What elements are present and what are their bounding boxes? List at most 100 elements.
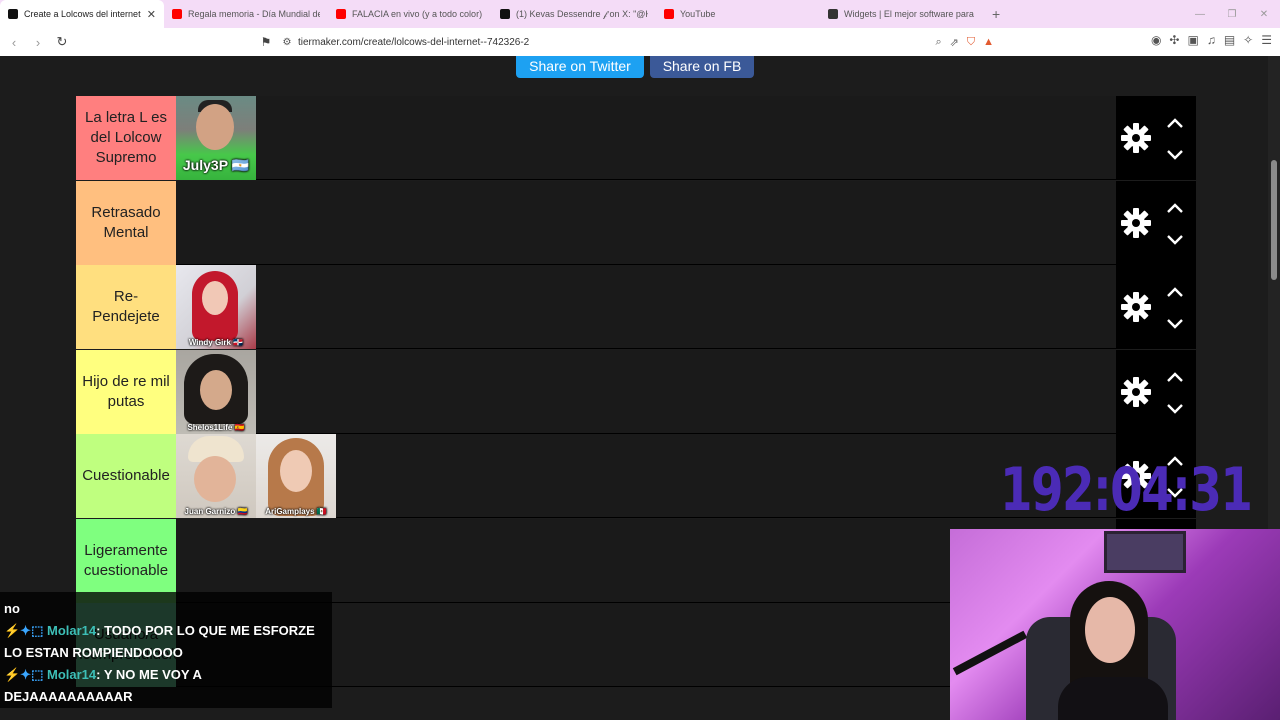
tier-items[interactable]: Shelos1Life 🇪🇸: [176, 350, 256, 434]
leo-icon[interactable]: ✧: [1243, 33, 1253, 47]
scrollbar-thumb[interactable]: [1271, 160, 1277, 280]
browser-tab[interactable]: Regala memoria - Día Mundial del A: [164, 0, 328, 28]
move-up-icon[interactable]: [1166, 116, 1184, 128]
back-icon[interactable]: ‹: [4, 32, 24, 52]
tier-item-thumbnail[interactable]: July3P 🇦🇷: [176, 96, 256, 180]
stream-timer: 192:04:31: [1000, 455, 1253, 525]
move-down-icon[interactable]: [1166, 233, 1184, 245]
tier-controls: [1116, 350, 1196, 434]
flag-icon: 🇦🇷: [231, 157, 250, 173]
share-twitter-button[interactable]: Share on Twitter: [516, 56, 644, 78]
chat-message-partial: no: [0, 592, 332, 620]
flag-icon: 🇲🇽: [316, 507, 327, 516]
browser-tab[interactable]: YouTube: [656, 0, 820, 28]
tier-items[interactable]: Windy Girk 🇩🇴: [176, 265, 256, 349]
tier-controls: [1116, 96, 1196, 180]
webcam-overlay: [950, 529, 1280, 720]
wallet-icon[interactable]: ▤: [1224, 33, 1235, 47]
move-down-icon[interactable]: [1166, 148, 1184, 160]
chat-badges-icon: ⚡✦⬚: [4, 623, 44, 638]
tier-row: Hijo de re mil putas Shelos1Life 🇪🇸: [76, 350, 1196, 434]
tier-items[interactable]: Juan Garnizo 🇨🇴 AriGamplays 🇲🇽: [176, 434, 336, 518]
move-up-icon[interactable]: [1166, 285, 1184, 297]
gear-icon[interactable]: [1120, 376, 1152, 408]
site-info-icon[interactable]: ⚙: [276, 37, 298, 48]
browser-tab[interactable]: (1) Kevas Dessendre 𝒻 on X: "@Hac: [492, 0, 656, 28]
rewards-icon[interactable]: ▲: [983, 36, 994, 49]
tier-label[interactable]: Re-Pendejete: [76, 265, 176, 349]
tier-label[interactable]: La letra L es del Lolcow Supremo: [76, 96, 176, 180]
share-page-icon[interactable]: ⇗: [950, 36, 959, 49]
forward-icon[interactable]: ›: [28, 32, 48, 52]
caption-name: Windy Girk: [188, 338, 231, 347]
move-down-icon[interactable]: [1166, 402, 1184, 414]
face: [194, 456, 236, 502]
gear-icon[interactable]: [1120, 291, 1152, 323]
flag-icon: 🇪🇸: [234, 423, 245, 432]
close-tab-icon[interactable]: ✕: [147, 8, 156, 21]
zoom-icon[interactable]: ⌕: [935, 36, 941, 49]
share-fb-button[interactable]: Share on FB: [650, 56, 754, 78]
favicon-icon: [172, 9, 182, 19]
tier-row: La letra L es del Lolcow Supremo July3P 🇦…: [76, 96, 1196, 180]
chat-text: no: [4, 601, 20, 616]
music-icon[interactable]: ♫: [1207, 33, 1216, 47]
tier-item-thumbnail[interactable]: Juan Garnizo 🇨🇴: [176, 434, 256, 518]
face: [200, 370, 232, 410]
reload-icon[interactable]: ↻: [52, 32, 72, 52]
tab-bar: Create a Lolcows del internet Tie ✕ Regala…: [0, 0, 1280, 28]
tier-label[interactable]: Hijo de re mil putas: [76, 350, 176, 434]
browser-tab[interactable]: Create a Lolcows del internet Tie ✕: [0, 0, 164, 28]
tier-label[interactable]: Ligeramente cuestionable: [76, 519, 176, 603]
thumbnail-caption: July3P 🇦🇷: [176, 157, 256, 174]
tab-title: Create a Lolcows del internet Tie: [24, 9, 141, 19]
tab-title: (1) Kevas Dessendre 𝒻 on X: "@Hac: [516, 8, 648, 19]
move-down-icon[interactable]: [1166, 317, 1184, 329]
menu-icon[interactable]: ☰: [1261, 33, 1272, 47]
gear-icon[interactable]: [1120, 122, 1152, 154]
window-controls: — ❐ ✕: [1184, 0, 1280, 28]
thumbnail-caption: Windy Girk 🇩🇴: [176, 338, 256, 347]
tier-label[interactable]: Cuestionable: [76, 434, 176, 518]
favicon-icon: [664, 9, 674, 19]
extension-icon[interactable]: ◉: [1151, 33, 1161, 47]
tier-item-thumbnail[interactable]: Windy Girk 🇩🇴: [176, 265, 256, 349]
plus-icon[interactable]: +: [992, 6, 1000, 22]
tier-item-thumbnail[interactable]: Shelos1Life 🇪🇸: [176, 350, 256, 434]
chat-message: ⚡✦⬚ Molar14: TODO POR LO QUE ME ESFORZE …: [0, 620, 332, 664]
tier-row: Retrasado Mental: [76, 181, 1196, 265]
microphone-arm: [952, 630, 1028, 676]
gear-icon[interactable]: [1120, 207, 1152, 239]
thumbnail-caption: Shelos1Life 🇪🇸: [176, 423, 256, 432]
favicon-icon: [500, 9, 510, 19]
bookmark-icon[interactable]: ⚑: [256, 35, 276, 49]
favicon-icon: [828, 9, 838, 19]
favicon-icon: [336, 9, 346, 19]
face: [196, 104, 234, 150]
brave-shield-icon[interactable]: ⛉: [967, 36, 975, 49]
puzzle-icon[interactable]: ✣: [1169, 33, 1179, 47]
close-window-icon[interactable]: ✕: [1248, 0, 1280, 28]
tier-items[interactable]: July3P 🇦🇷: [176, 96, 256, 180]
browser-tab[interactable]: Widgets | El mejor software para por: [820, 0, 984, 28]
tier-label[interactable]: Retrasado Mental: [76, 181, 176, 265]
restore-icon[interactable]: ❐: [1216, 0, 1248, 28]
url-text[interactable]: tiermaker.com/create/lolcows-del-interne…: [298, 37, 935, 48]
caption-name: July3P: [182, 157, 228, 173]
tab-title: FALACIA en vivo (y a todo color) - Re: [352, 9, 484, 19]
caption-name: Juan Garnizo: [184, 507, 236, 516]
tier-item-thumbnail[interactable]: AriGamplays 🇲🇽: [256, 434, 336, 518]
browser-tab[interactable]: FALACIA en vivo (y a todo color) - Re: [328, 0, 492, 28]
face: [280, 450, 312, 492]
minimize-icon[interactable]: —: [1184, 0, 1216, 28]
address-bar[interactable]: ⚑ ⚙ tiermaker.com/create/lolcows-del-int…: [256, 31, 1000, 53]
move-up-icon[interactable]: [1166, 370, 1184, 382]
thumbnail-caption: AriGamplays 🇲🇽: [256, 507, 336, 516]
tab-title: YouTube: [680, 9, 716, 19]
caption-name: AriGamplays: [265, 507, 315, 516]
screenshot-icon[interactable]: ▣: [1187, 33, 1198, 47]
tier-controls: [1116, 181, 1196, 265]
move-up-icon[interactable]: [1166, 201, 1184, 213]
streamer-face: [1085, 597, 1135, 663]
favicon-icon: [8, 9, 18, 19]
